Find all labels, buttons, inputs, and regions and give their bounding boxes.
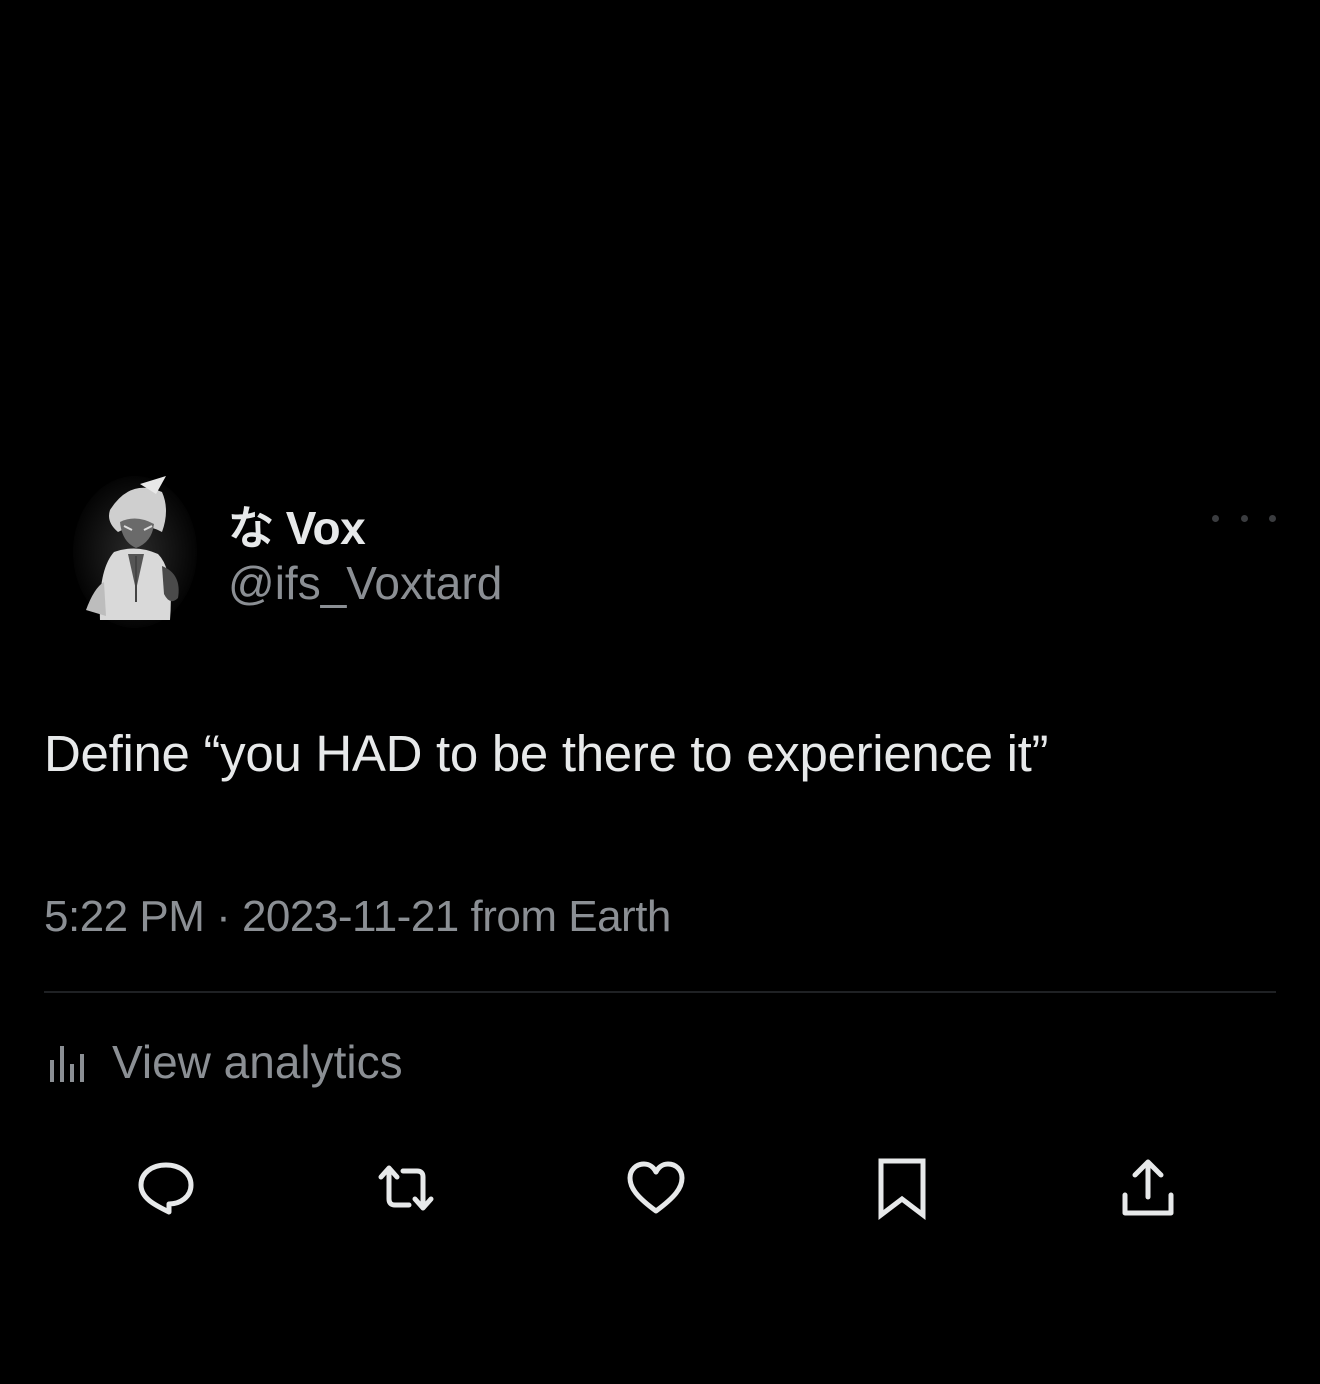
bookmark-button[interactable] [866, 1152, 938, 1224]
share-button[interactable] [1112, 1152, 1184, 1224]
heart-icon [627, 1161, 685, 1214]
retweet-icon [378, 1165, 434, 1211]
reply-button[interactable] [130, 1152, 202, 1224]
like-button[interactable] [620, 1152, 692, 1224]
avatar[interactable] [70, 470, 200, 630]
tweet: な Vox @ifs_Voxtard Define “you HAD to be… [0, 0, 1320, 1384]
comment-icon [138, 1162, 194, 1215]
share-icon [1122, 1159, 1174, 1216]
retweet-button[interactable] [370, 1152, 442, 1224]
display-name[interactable]: な Vox [228, 492, 366, 558]
divider [44, 991, 1276, 993]
tweet-timestamp: 5:22 PM · 2023-11-21 from Earth [44, 892, 671, 941]
view-analytics-button[interactable]: View analytics [44, 1032, 403, 1092]
more-options-icon[interactable] [1212, 506, 1276, 530]
bookmark-icon [878, 1158, 926, 1221]
analytics-label: View analytics [112, 1036, 403, 1088]
avatar-image [73, 476, 197, 628]
tweet-text: Define “you HAD to be there to experienc… [44, 725, 1049, 782]
handle[interactable]: @ifs_Voxtard [228, 556, 502, 610]
analytics-icon [50, 1046, 84, 1082]
